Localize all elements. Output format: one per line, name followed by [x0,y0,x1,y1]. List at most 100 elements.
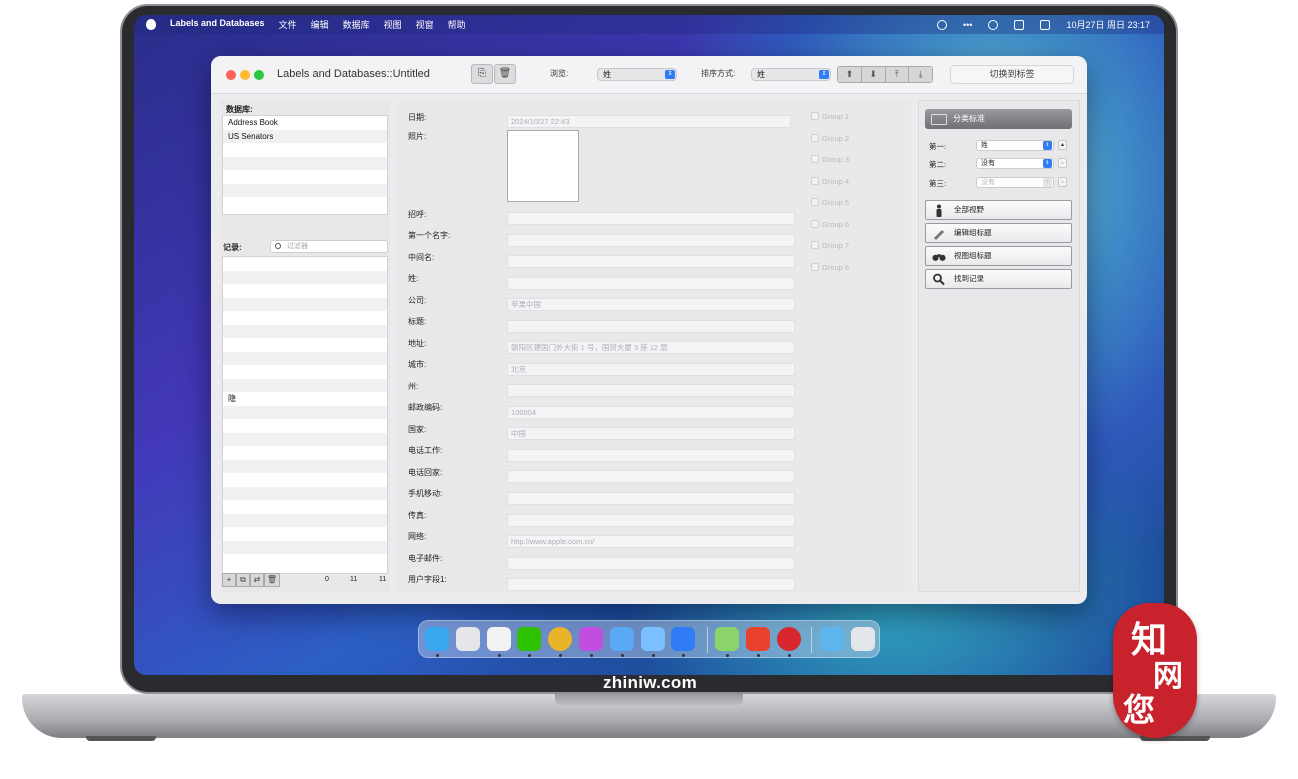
labels-app-icon[interactable] [777,627,801,651]
close-button[interactable] [226,70,236,80]
record-row[interactable] [223,324,387,338]
find-record-button[interactable]: 找到记录 [925,269,1072,289]
field-input[interactable] [507,212,795,225]
control-center-icon[interactable] [1040,19,1051,30]
group-checkbox[interactable]: Group 6 [811,219,849,229]
menu-item[interactable]: 数据库 [343,18,370,31]
display-icon[interactable] [1014,19,1025,30]
downloads-folder-icon[interactable] [820,627,844,651]
photo-well[interactable] [507,130,579,202]
field-input[interactable]: http://www.apple.com.cn/ [507,535,795,548]
sort-by-button[interactable]: 分类标准 [925,109,1072,129]
group-checkbox[interactable]: Group 4 [811,176,849,186]
group-checkbox[interactable]: Group 5 [811,198,849,207]
menu-item[interactable]: 帮助 [448,18,466,31]
record-row[interactable] [223,365,387,379]
record-row[interactable] [223,527,387,541]
browse-select[interactable]: 姓 ⇕ [597,68,677,81]
group-checkbox[interactable]: Group 3 [811,155,849,164]
record-row[interactable] [223,284,387,298]
field-input[interactable] [507,277,795,290]
record-row[interactable] [223,419,387,433]
view-all-button[interactable]: 全部视野 [925,200,1072,220]
arrow-down-icon[interactable]: ⬇ [861,67,886,82]
field-input[interactable] [507,255,795,268]
switch-to-labels-button[interactable]: 切换到标签 [950,65,1074,84]
trash-icon[interactable] [851,627,875,651]
menu-item[interactable]: Labels and Databases [170,18,265,31]
more-icon[interactable]: ••• [963,20,972,30]
duplicate-icon[interactable]: ⧉ [236,573,250,587]
field-input[interactable] [507,320,795,333]
field-input[interactable] [507,384,795,397]
database-row[interactable] [223,143,387,157]
third-sort-order-button[interactable]: ▴ [1058,177,1067,187]
record-row[interactable]: 隐 [223,392,387,406]
refresh-icon[interactable]: ⇄ [250,573,264,587]
notes-icon[interactable] [715,627,739,651]
field-input[interactable]: 2024/10/27 22:43 [507,115,791,128]
record-row[interactable] [223,513,387,527]
first-sort-order-button[interactable]: ▴ [1058,140,1067,150]
database-row[interactable] [223,156,387,170]
database-row[interactable]: Address Book [223,116,387,130]
record-row[interactable] [223,459,387,473]
view-group-titles-button[interactable]: 视图组标题 [925,246,1072,266]
qq-icon[interactable] [487,627,511,651]
record-row[interactable] [223,446,387,460]
second-sort-order-button[interactable]: ▴ [1058,158,1067,168]
new-record-icon[interactable]: ⎘ [471,64,493,84]
trash-icon[interactable]: 🗑 [264,573,280,587]
clock[interactable]: 10月27日 周日 23:17 [1066,18,1150,31]
field-input[interactable] [507,449,795,462]
field-input[interactable] [507,578,795,591]
zoom-button[interactable] [254,70,264,80]
menu-item[interactable]: 视窗 [416,18,434,31]
group-checkbox[interactable]: Group 1 [811,112,849,121]
record-row[interactable] [223,500,387,514]
first-sort-select[interactable]: 姓 ⇕ [976,140,1054,151]
record-row[interactable] [223,351,387,365]
screen-mirror-icon[interactable] [579,627,603,651]
trash-icon[interactable]: 🗑 [494,64,516,84]
record-row[interactable] [223,432,387,446]
record-row[interactable] [223,338,387,352]
launchpad-icon[interactable] [456,627,480,651]
group-checkbox[interactable]: Group 7 [811,241,849,250]
field-input[interactable]: 北京 [507,363,795,376]
listen-icon[interactable] [746,627,770,651]
field-input[interactable]: 苹果中国 [507,298,795,311]
field-input[interactable] [507,470,795,483]
new-record-icon[interactable]: + [222,573,236,587]
field-input[interactable]: 100004 [507,406,795,419]
arrow-up-icon[interactable]: ⬆ [838,67,862,82]
record-row[interactable] [223,378,387,392]
record-row[interactable] [223,554,387,568]
record-row[interactable] [223,486,387,500]
minimize-button[interactable] [240,70,250,80]
group-checkbox[interactable]: Group 8 [811,262,849,272]
record-row[interactable] [223,297,387,311]
cloud-icon[interactable] [610,627,634,651]
database-row[interactable]: US Senators [223,129,387,143]
numbers-icon[interactable] [671,627,695,651]
record-row[interactable] [223,473,387,487]
brightness-icon[interactable] [988,19,999,30]
finder-icon[interactable] [425,627,449,651]
chrome-icon[interactable] [548,627,572,651]
arrow-first-icon[interactable]: ⤒ [885,67,910,82]
record-row[interactable] [223,540,387,554]
menu-item[interactable]: 文件 [279,18,297,31]
group-checkbox[interactable]: Group 2 [811,133,849,143]
database-row[interactable] [223,170,387,184]
field-input[interactable] [507,514,795,527]
field-input[interactable] [507,557,795,570]
edit-group-titles-button[interactable]: 编辑组标题 [925,223,1072,243]
menu-item[interactable]: 编辑 [311,18,329,31]
field-input[interactable]: 朝阳区建国门外大街 1 号，国贸大厦 3 座 12 层 [507,341,795,354]
wechat-icon[interactable] [517,627,541,651]
record-row[interactable] [223,405,387,419]
apple-icon[interactable] [146,19,156,30]
record-row[interactable] [223,311,387,325]
record-row[interactable] [223,270,387,284]
